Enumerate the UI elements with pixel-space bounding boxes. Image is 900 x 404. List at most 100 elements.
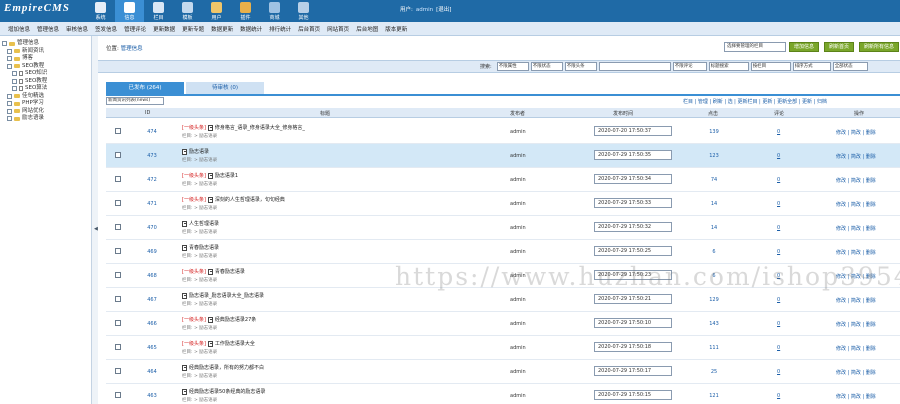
menu-item-4[interactable]: 管理评论 [124,25,146,33]
row-hits[interactable]: 129 [706,297,722,303]
nav-item-7[interactable]: 其他 [289,0,318,22]
row-comments[interactable]: 0 [777,225,780,231]
tree-item-3[interactable]: SEO教程 [2,63,89,71]
row-time-input[interactable]: 2020-07-29 17:50:35 [594,150,672,160]
row-id[interactable]: 472 [142,177,162,183]
row-title-link[interactable]: 人生哲理语录 [189,221,219,227]
field-select[interactable]: 标题搜索 [708,62,749,71]
row-hits[interactable]: 74 [706,177,722,183]
row-time-input[interactable]: 2020-07-29 17:50:17 [594,366,672,376]
tree-expander-icon[interactable] [7,93,12,99]
refresh-all-button[interactable]: 刷新所有信息 [859,42,900,52]
row-hits[interactable]: 6 [706,249,722,255]
menu-item-8[interactable]: 数据统计 [240,25,262,33]
nav-item-5[interactable]: 插件 [231,0,260,22]
nav-item-3[interactable]: 模板 [173,0,202,22]
row-time-input[interactable]: 2020-07-20 17:50:37 [594,126,672,136]
row-checkbox[interactable] [115,392,121,398]
row-time-input[interactable]: 2020-07-29 17:50:34 [594,174,672,184]
nav-item-0[interactable]: 系统 [86,0,115,22]
row-comments[interactable]: 0 [777,153,780,159]
menu-item-5[interactable]: 更新数据 [153,25,175,33]
row-actions[interactable]: 修改 | 简改 | 删除 [836,249,876,256]
row-actions[interactable]: 修改 | 简改 | 删除 [836,345,876,352]
row-title-link[interactable]: 励志语录1 [215,173,238,179]
row-actions[interactable]: 修改 | 简改 | 删除 [836,177,876,184]
refresh-home-button[interactable]: 刷新首页 [824,42,855,52]
row-hits[interactable]: 143 [706,321,722,327]
row-title-link[interactable]: 经典励志语录27条 [215,317,256,323]
tree-item-7[interactable]: 佳句精选 [2,93,89,101]
row-hits[interactable]: 139 [706,129,722,135]
tab-pending[interactable]: 待审核 (0) [186,82,264,94]
row-time-input[interactable]: 2020-07-29 17:50:15 [594,390,672,400]
row-actions[interactable]: 修改 | 简改 | 删除 [836,225,876,232]
row-checkbox[interactable] [115,224,121,230]
tree-item-4[interactable]: SEO知识 [2,70,89,78]
attr-select[interactable]: 不限属性 [496,62,529,71]
tree-expander-icon[interactable] [12,86,17,92]
add-info-button[interactable]: 增加信息 [789,42,820,52]
row-title-link[interactable]: 青春励志语录 [189,245,219,251]
row-checkbox[interactable] [115,152,121,158]
row-time-input[interactable]: 2020-07-29 17:50:33 [594,198,672,208]
row-actions[interactable]: 修改 | 简改 | 删除 [836,153,876,160]
row-actions[interactable]: 修改 | 简改 | 删除 [836,393,876,400]
row-id[interactable]: 465 [142,345,162,351]
row-actions[interactable]: 修改 | 简改 | 删除 [836,129,876,136]
tree-expander-icon[interactable] [7,108,12,114]
tree-item-8[interactable]: PHP学习 [2,100,89,108]
row-hits[interactable]: 14 [706,201,722,207]
row-checkbox[interactable] [115,296,121,302]
tree-expander-icon[interactable] [7,56,12,62]
quick-links[interactable]: 栏目 | 管理 | 刷新 | 选 | 更新栏目 | 更新 | 更新全部 | 更新… [683,98,827,105]
menu-item-1[interactable]: 管理信息 [37,25,59,33]
row-comments[interactable]: 0 [777,129,780,135]
tree-expander-icon[interactable] [7,116,12,122]
tree-expander-icon[interactable] [12,78,17,84]
row-hits[interactable]: 123 [706,153,722,159]
row-comments[interactable]: 0 [777,177,780,183]
row-id[interactable]: 463 [142,393,162,399]
row-time-input[interactable]: 2020-07-29 17:50:32 [594,222,672,232]
row-id[interactable]: 470 [142,225,162,231]
comment-select[interactable]: 不限评论 [672,62,707,71]
row-actions[interactable]: 修改 | 简改 | 删除 [836,321,876,328]
row-checkbox[interactable] [115,320,121,326]
menu-item-11[interactable]: 网站首页 [327,25,349,33]
row-checkbox[interactable] [115,176,121,182]
tree-expander-icon[interactable] [12,71,17,77]
order-select[interactable]: 排序方式 [792,62,831,71]
row-title-link[interactable]: 励志语录_励志语录大全_励志语录 [189,293,264,299]
logout-link[interactable]: [退出] [436,7,451,13]
row-comments[interactable]: 0 [777,369,780,375]
row-title-link[interactable]: 经典励志语录，所有的努力都不白 [189,365,264,371]
row-title-link[interactable]: 经典励志语录50条经典的励志语录 [189,389,265,395]
row-id[interactable]: 473 [142,153,162,159]
state-select[interactable]: 全部状态 [832,62,868,71]
tree-item-2[interactable]: 博客 [2,55,89,63]
tree-expander-icon[interactable] [7,63,12,69]
row-id[interactable]: 469 [142,249,162,255]
breadcrumb-link[interactable]: 管理信息 [121,46,143,52]
row-id[interactable]: 467 [142,297,162,303]
menu-item-7[interactable]: 数据更新 [211,25,233,33]
list-select[interactable]: 新闻资讯列表(news) [106,97,164,105]
column-select[interactable]: 选择要管理的栏目 [724,42,786,52]
row-hits[interactable]: 111 [706,345,722,351]
tree-item-10[interactable]: 励志语录 [2,115,89,123]
menu-item-0[interactable]: 增加信息 [8,25,30,33]
row-id[interactable]: 474 [142,129,162,135]
tree-item-1[interactable]: 新闻资讯 [2,48,89,56]
tree-item-0[interactable]: 管理信息 [2,40,89,48]
row-checkbox[interactable] [115,272,121,278]
nav-item-6[interactable]: 商城 [260,0,289,22]
row-id[interactable]: 468 [142,273,162,279]
row-comments[interactable]: 0 [777,249,780,255]
menu-item-12[interactable]: 后台地图 [356,25,378,33]
row-actions[interactable]: 修改 | 简改 | 删除 [836,201,876,208]
menu-item-6[interactable]: 更新专题 [182,25,204,33]
row-time-input[interactable]: 2020-07-29 17:50:25 [594,246,672,256]
row-title-link[interactable]: 工作励志语录大全 [215,341,255,347]
row-comments[interactable]: 0 [777,345,780,351]
